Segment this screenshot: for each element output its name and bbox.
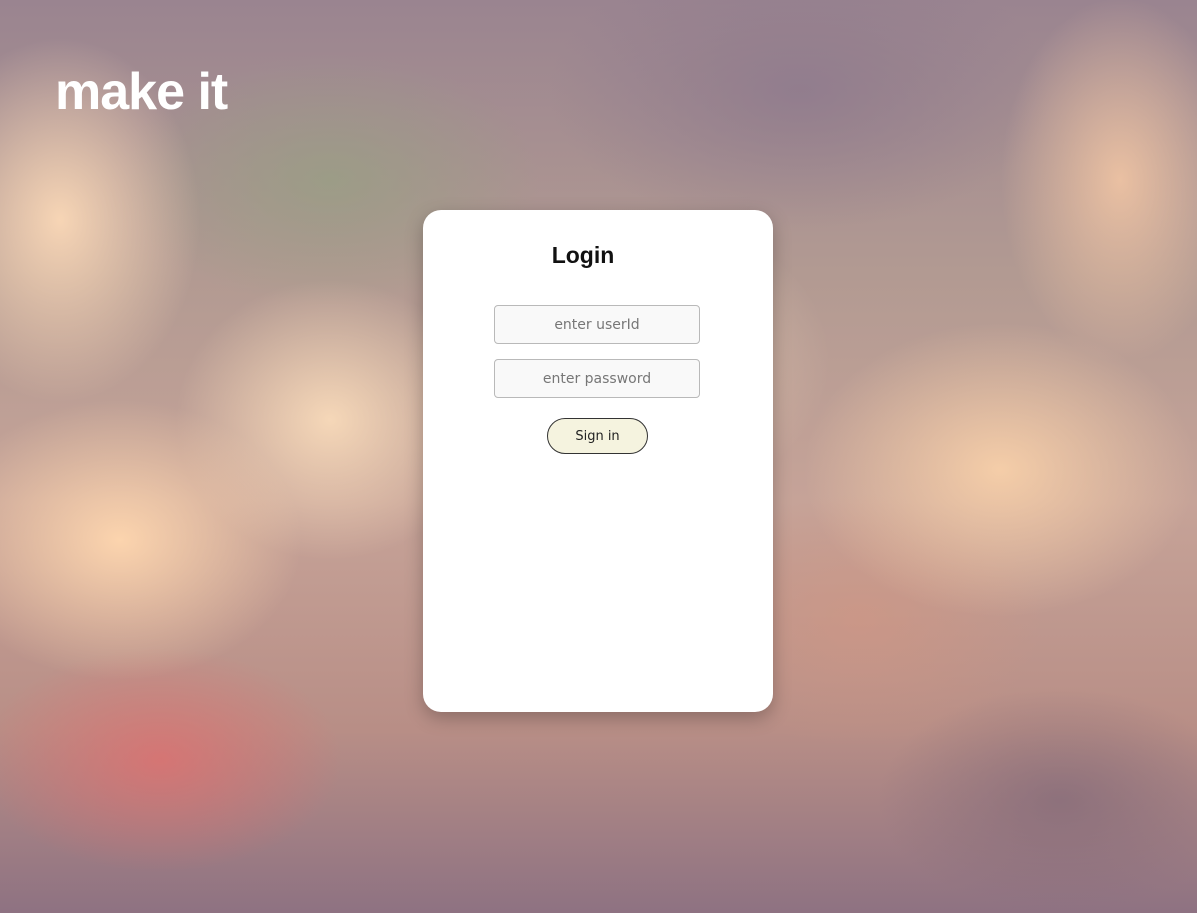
sign-in-button[interactable]: Sign in (547, 418, 648, 454)
brand-logo: make it (55, 63, 228, 121)
login-card: Login Sign in (423, 210, 773, 712)
login-title: Login (551, 242, 615, 268)
user-id-input[interactable] (494, 305, 700, 344)
password-input[interactable] (494, 359, 700, 398)
